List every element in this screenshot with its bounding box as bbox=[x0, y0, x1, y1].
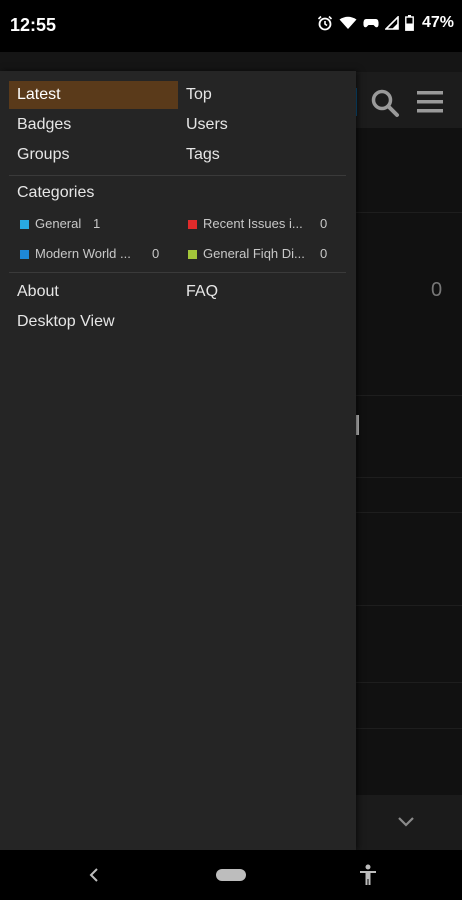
category-color-swatch bbox=[188, 220, 197, 229]
category-count: 0 bbox=[152, 246, 160, 261]
home-pill[interactable] bbox=[216, 869, 246, 881]
status-bar: 12:55 47% bbox=[0, 0, 462, 52]
drawer-divider bbox=[9, 175, 346, 176]
category-recent-issues[interactable]: Recent Issues i... 0 bbox=[188, 214, 338, 234]
nav-top[interactable]: Top bbox=[178, 81, 346, 109]
menu-icon[interactable] bbox=[416, 88, 444, 116]
signal-icon bbox=[384, 16, 399, 30]
divider bbox=[356, 512, 462, 513]
system-nav-bar bbox=[0, 850, 462, 900]
screen: 12:55 47% 0 Latest Badges Groups Top Use… bbox=[0, 0, 462, 900]
category-name: Modern World ... bbox=[35, 246, 131, 261]
category-color-swatch bbox=[20, 220, 29, 229]
nav-badges[interactable]: Badges bbox=[9, 111, 178, 139]
category-general-fiqh[interactable]: General Fiqh Di... 0 bbox=[188, 244, 338, 264]
divider bbox=[356, 682, 462, 683]
battery-percent: 47% bbox=[421, 14, 454, 31]
back-icon[interactable] bbox=[86, 866, 102, 884]
nav-desktop-view[interactable]: Desktop View bbox=[9, 308, 178, 336]
search-icon[interactable] bbox=[370, 88, 400, 118]
divider bbox=[356, 212, 462, 213]
game-controller-icon bbox=[363, 16, 379, 30]
battery-icon bbox=[405, 15, 414, 31]
status-icons: 47% bbox=[317, 14, 454, 32]
category-count: 0 bbox=[320, 216, 328, 231]
category-name: Recent Issues i... bbox=[203, 216, 303, 231]
drawer-divider bbox=[9, 272, 346, 273]
navigation-drawer: Latest Badges Groups Top Users Tags Cate… bbox=[0, 71, 356, 850]
divider bbox=[356, 395, 462, 396]
category-count: 0 bbox=[320, 246, 328, 261]
chevron-down-icon[interactable] bbox=[396, 811, 416, 831]
app-header-stripe bbox=[0, 52, 462, 72]
category-color-swatch bbox=[20, 250, 29, 259]
nav-faq[interactable]: FAQ bbox=[178, 278, 346, 306]
nav-tags[interactable]: Tags bbox=[178, 141, 346, 169]
category-modern-world[interactable]: Modern World ... 0 bbox=[20, 244, 170, 264]
divider bbox=[356, 605, 462, 606]
nav-users[interactable]: Users bbox=[178, 111, 346, 139]
category-count: 1 bbox=[93, 216, 101, 231]
category-name: General bbox=[35, 216, 82, 231]
category-name: General Fiqh Di... bbox=[203, 246, 305, 261]
categories-heading[interactable]: Categories bbox=[17, 184, 94, 202]
nav-groups[interactable]: Groups bbox=[9, 141, 178, 169]
category-color-swatch bbox=[188, 250, 197, 259]
category-general[interactable]: General 1 bbox=[20, 214, 170, 234]
alarm-icon bbox=[317, 15, 333, 31]
nav-about[interactable]: About bbox=[9, 278, 178, 306]
wifi-icon bbox=[339, 16, 357, 30]
status-time: 12:55 bbox=[10, 15, 57, 35]
nav-latest[interactable]: Latest bbox=[9, 81, 178, 109]
accessibility-icon[interactable] bbox=[358, 864, 378, 886]
divider bbox=[356, 728, 462, 729]
divider bbox=[356, 477, 462, 478]
stat-value: 0 bbox=[431, 279, 443, 301]
